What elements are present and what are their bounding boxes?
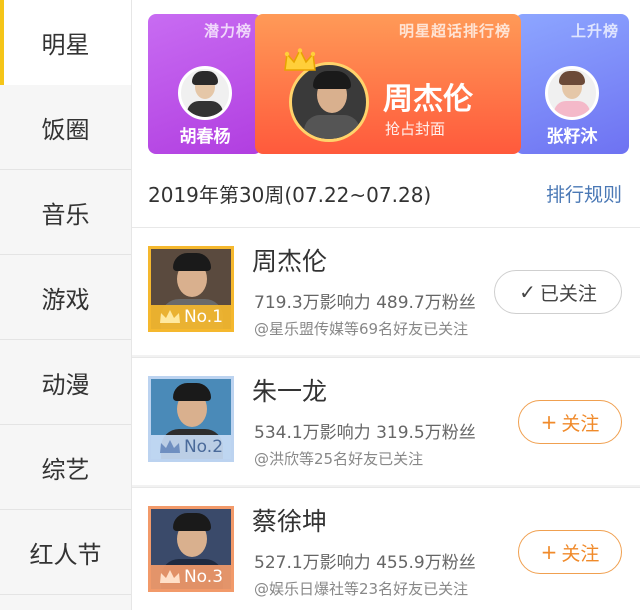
influence-stats: 527.1万影响力 455.9万粉丝 [254,553,476,573]
rank-label: No.3 [183,567,224,587]
sidebar-item-label: 游戏 [41,285,90,314]
plus-icon: + [540,540,558,564]
follow-button[interactable]: + 关注 [518,400,622,444]
list-item[interactable]: No.2 朱一龙 534.1万影响力 319.5万粉丝 @洪欣等25名好友已关注… [132,357,640,485]
friends-following: @洪欣等25名好友已关注 [254,450,424,468]
rank-badge: No.2 [151,435,231,459]
rank-badge: No.3 [151,565,231,589]
star-name[interactable]: 朱一龙 [252,372,327,408]
sidebar-item-influencer-festival[interactable]: 红人节 [0,510,131,595]
avatar: No.2 [148,376,234,462]
avatar [178,66,232,120]
sidebar-item-label: 综艺 [41,455,90,484]
ranking-banner: 潜力榜 胡春杨 明星超话排行榜 周杰伦 抢占封面 上升榜 张籽沐 [132,0,640,165]
crown-icon [159,310,180,323]
sidebar-item-music[interactable]: 音乐 [0,170,131,255]
rank-badge: No.1 [151,305,231,329]
button-label: 关注 [561,412,600,435]
sidebar-item-label: 动漫 [41,370,90,399]
rising-list-card[interactable]: 上升榜 张籽沐 [515,14,629,154]
sidebar-item-stars[interactable]: 明星 [0,0,131,85]
card-tag: 潜力榜 [203,22,252,40]
week-label: 2019年第30周(07.22~07.28) [148,183,432,207]
follow-button[interactable]: + 关注 [518,530,622,574]
star-name: 周杰伦 [383,82,473,117]
star-name[interactable]: 蔡徐坤 [252,502,327,538]
followed-button[interactable]: ✓ 已关注 [494,270,622,314]
ranking-rules-link[interactable]: 排行规则 [546,180,622,207]
avatar: No.1 [148,246,234,332]
sidebar-item-label: 红人节 [29,540,102,569]
sidebar-item-label: 明星 [41,31,90,59]
check-icon: ✓ [519,280,536,304]
week-header: 2019年第30周(07.22~07.28) 排行规则 [132,165,640,227]
list-item[interactable]: No.1 周杰伦 719.3万影响力 489.7万粉丝 @星乐盟传媒等69名好友… [132,227,640,355]
sidebar-item-label: 音乐 [41,200,90,229]
star-name[interactable]: 周杰伦 [252,242,327,278]
friends-following: @星乐盟传媒等69名好友已关注 [254,320,469,338]
card-subtitle: 抢占封面 [385,120,446,138]
plus-icon: + [540,410,558,434]
category-sidebar: 明星 饭圈 音乐 游戏 动漫 综艺 红人节 [0,0,132,610]
avatar: No.3 [148,506,234,592]
potential-list-card[interactable]: 潜力榜 胡春杨 [148,14,262,154]
button-label: 已关注 [539,282,597,305]
rank-label: No.1 [183,307,224,327]
sidebar-item-fandom[interactable]: 饭圈 [0,85,131,170]
crown-icon [159,570,180,583]
influence-stats: 719.3万影响力 489.7万粉丝 [254,293,476,313]
crown-icon [159,440,180,453]
sidebar-item-anime[interactable]: 动漫 [0,340,131,425]
star-topic-ranking-card[interactable]: 明星超话排行榜 周杰伦 抢占封面 [255,14,521,154]
list-item[interactable]: No.3 蔡徐坤 527.1万影响力 455.9万粉丝 @娱乐日爆社等23名好友… [132,487,640,610]
avatar [545,66,599,120]
button-label: 关注 [561,542,600,565]
avatar [289,62,369,142]
card-tag: 上升榜 [570,22,619,40]
crown-icon [284,48,316,71]
influence-stats: 534.1万影响力 319.5万粉丝 [254,423,476,443]
star-name: 胡春杨 [179,127,231,147]
star-name: 张籽沐 [546,127,598,147]
card-tag: 明星超话排行榜 [398,22,511,40]
sidebar-item-games[interactable]: 游戏 [0,255,131,340]
rank-label: No.2 [183,437,224,457]
sidebar-item-variety[interactable]: 综艺 [0,425,131,510]
sidebar-item-label: 饭圈 [41,115,90,144]
friends-following: @娱乐日爆社等23名好友已关注 [254,580,469,598]
